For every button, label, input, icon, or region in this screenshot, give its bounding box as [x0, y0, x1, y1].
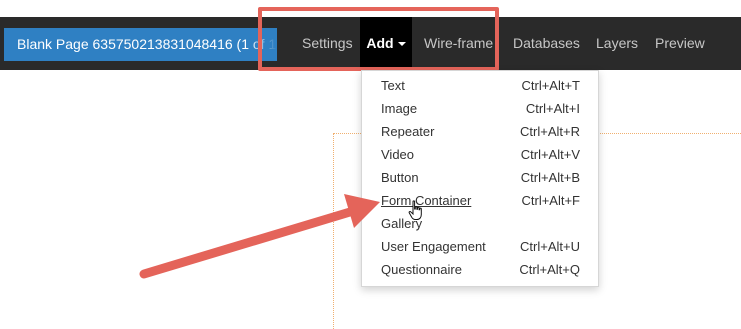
annotation-arrow [139, 194, 380, 279]
